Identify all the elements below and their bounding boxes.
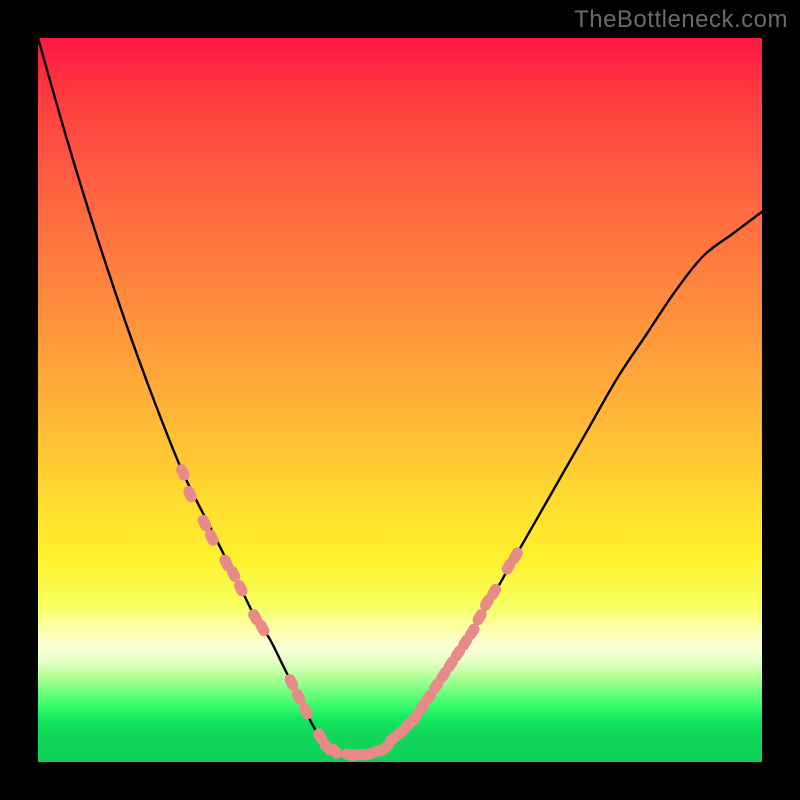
bottleneck-curve <box>38 38 762 755</box>
plot-area <box>38 38 762 762</box>
curve-markers <box>174 462 525 762</box>
curve-marker <box>174 462 191 482</box>
curve-layer <box>38 38 762 762</box>
watermark-text: TheBottleneck.com <box>574 6 788 34</box>
chart-frame: TheBottleneck.com <box>0 0 800 800</box>
